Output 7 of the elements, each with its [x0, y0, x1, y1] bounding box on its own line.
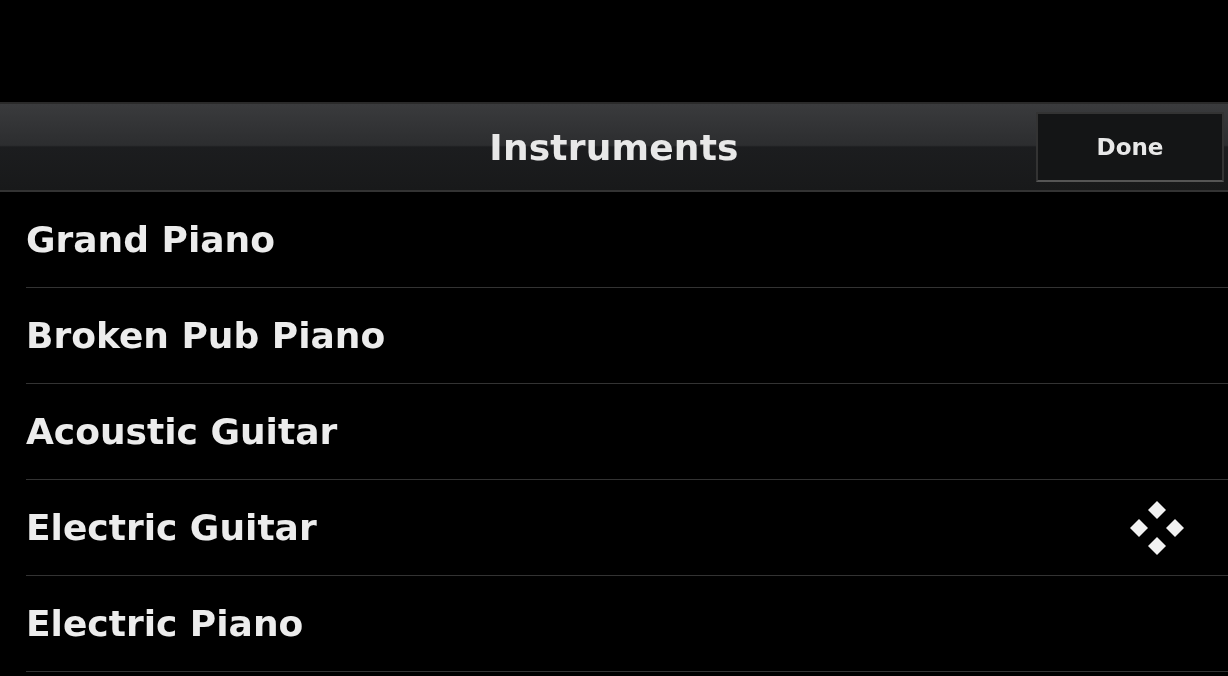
done-button[interactable]: Done — [1036, 112, 1224, 182]
instrument-item[interactable]: Electric Piano — [26, 576, 1228, 672]
screen-title: Instruments — [489, 126, 739, 168]
instrument-item[interactable]: Acoustic Guitar — [26, 384, 1228, 480]
instrument-item[interactable]: Grand Piano — [26, 192, 1228, 288]
instrument-item[interactable]: Electric Guitar — [26, 480, 1228, 576]
instrument-item[interactable]: Broken Pub Piano — [26, 288, 1228, 384]
